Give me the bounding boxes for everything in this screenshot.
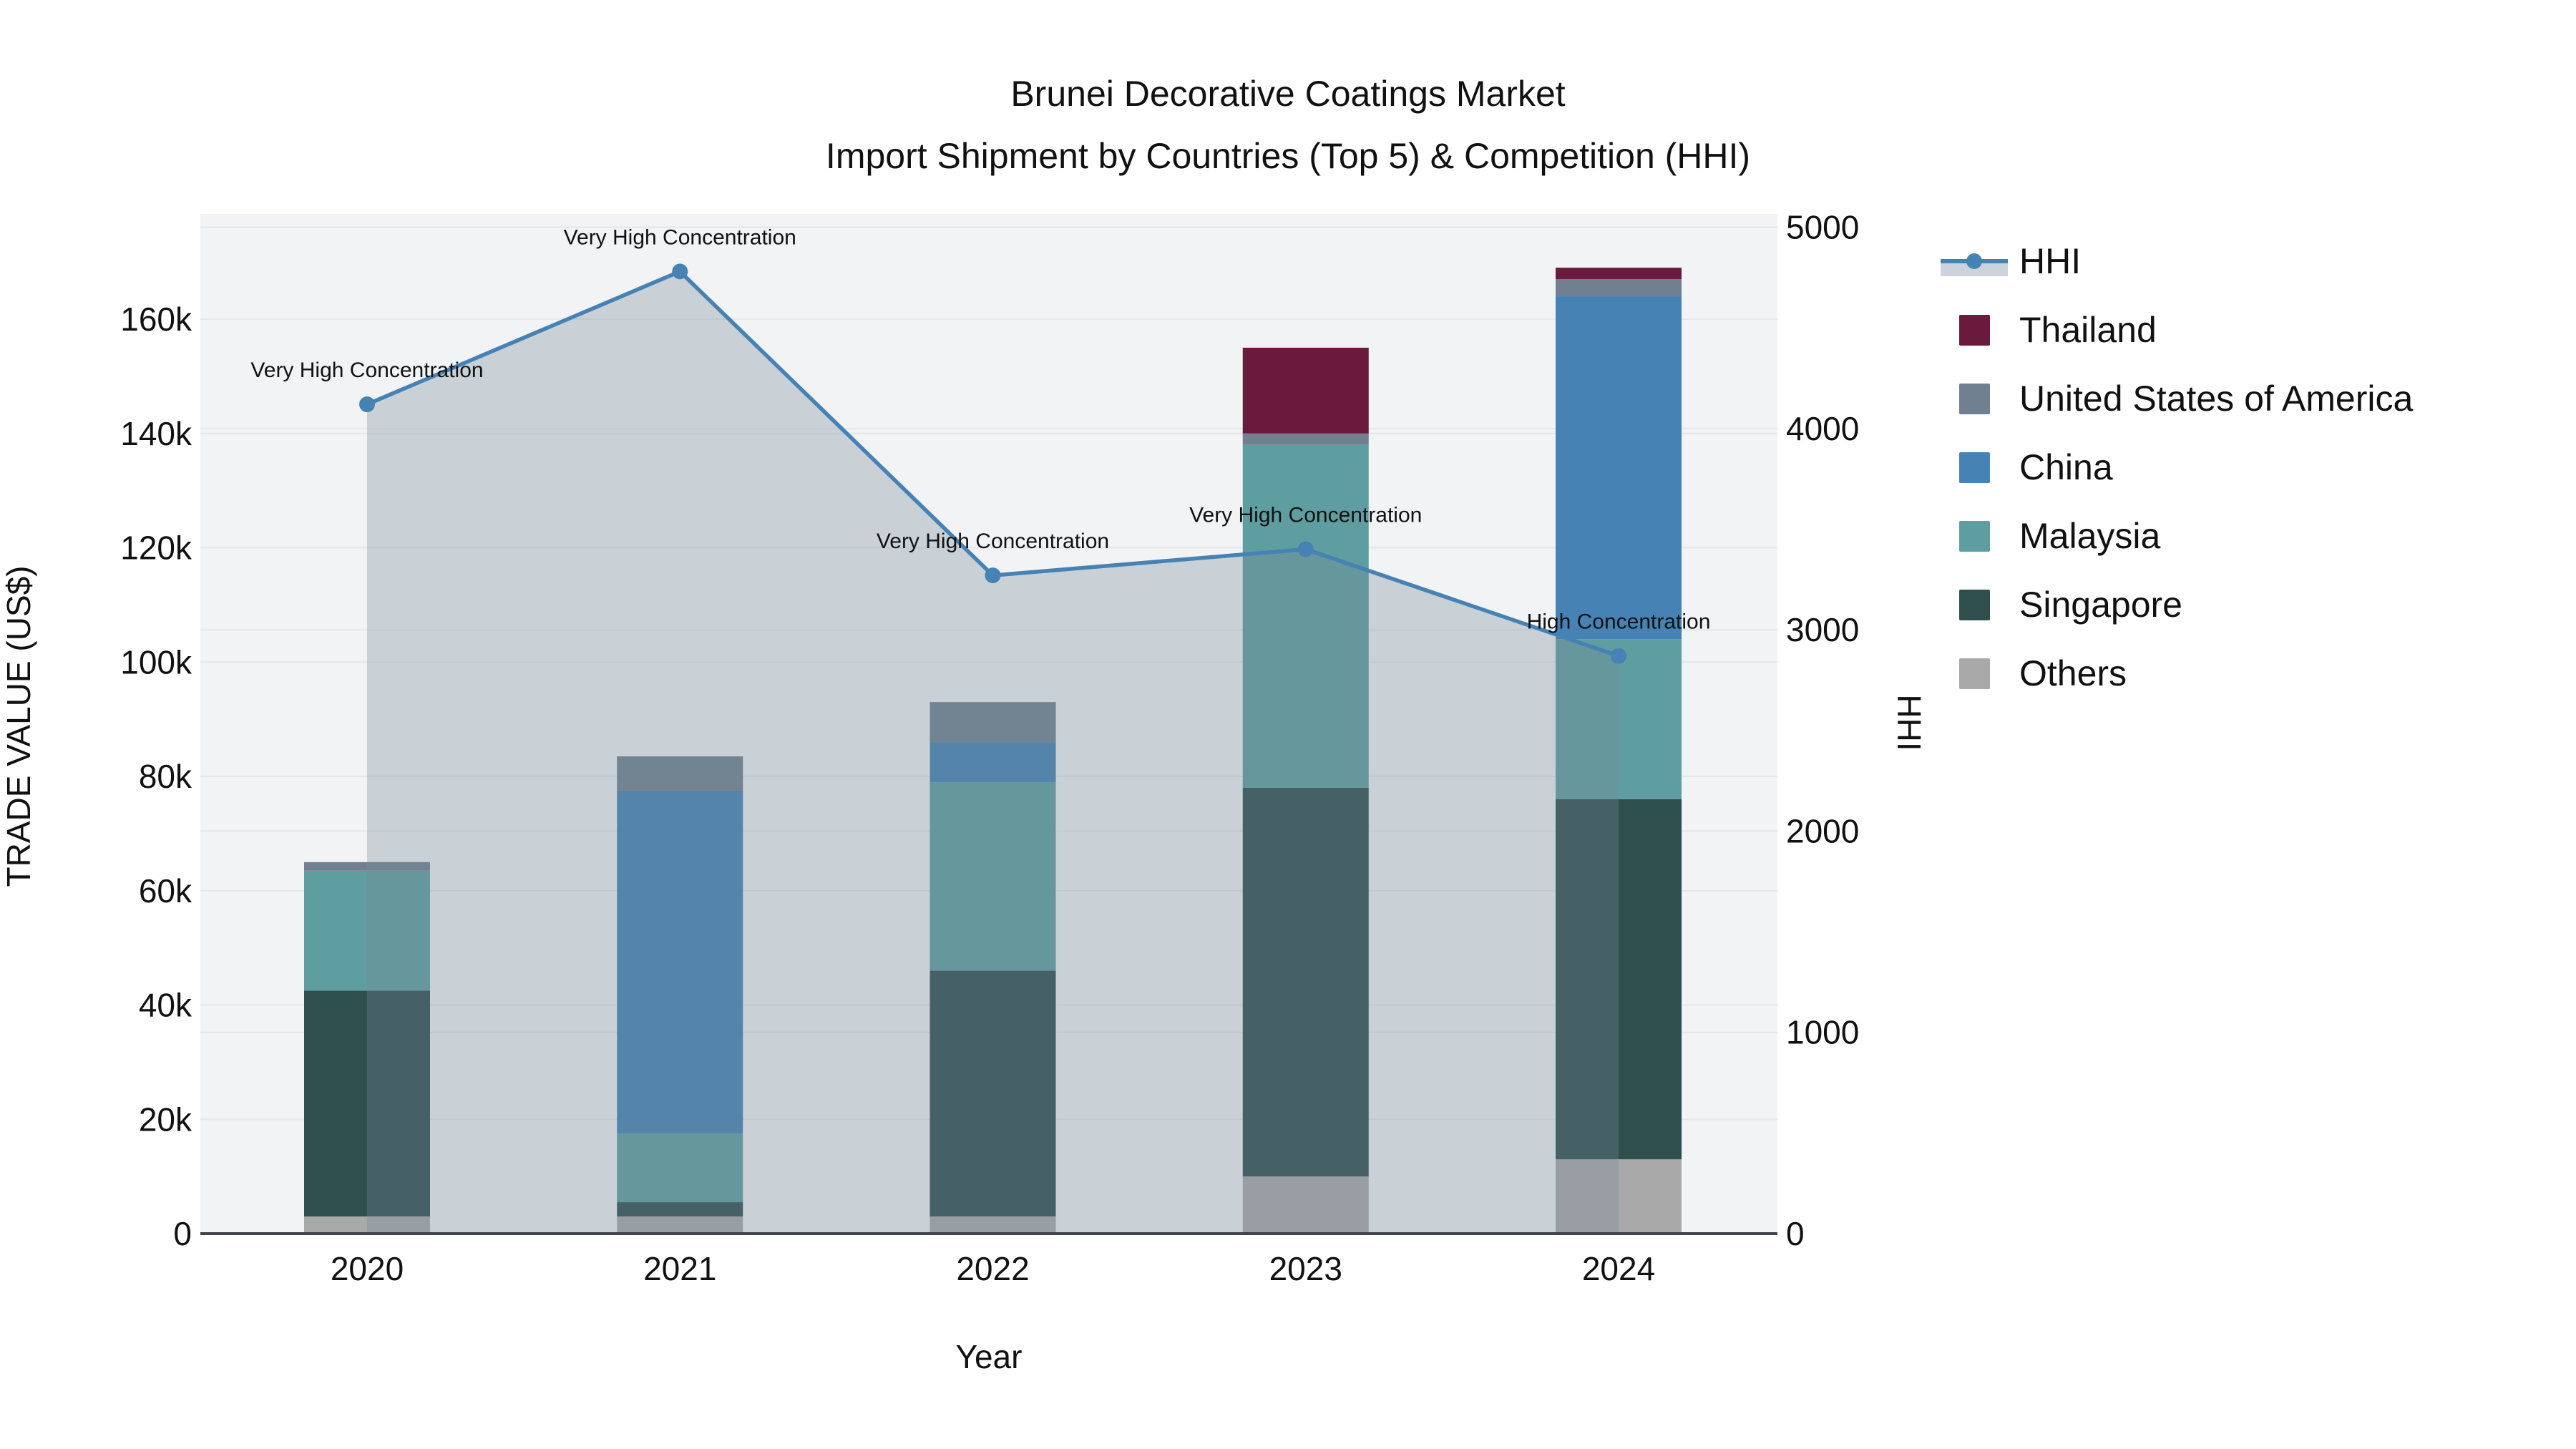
x-tick-label-2023: 2023: [1269, 1250, 1342, 1287]
legend-swatch-thailand: [1959, 315, 1990, 346]
y-left-tick-label: 0: [173, 1215, 192, 1252]
bar-segment-united-states-of-america-2024[interactable]: [1556, 279, 1682, 297]
legend-swatch-united-states-of-america: [1959, 384, 1990, 414]
bar-segment-thailand-2024[interactable]: [1556, 268, 1682, 280]
y-left-tick-label: 80k: [139, 758, 192, 795]
legend-item-malaysia[interactable]: Malaysia: [1959, 516, 2160, 556]
hhi-marker-2023[interactable]: [1297, 541, 1314, 557]
legend-label: Others: [2019, 653, 2127, 693]
x-axis-title: Year: [956, 1338, 1023, 1375]
y-right-tick-label: 0: [1786, 1215, 1805, 1252]
y-right-tick-label: 1000: [1786, 1014, 1859, 1051]
y-left-tick-label: 40k: [139, 987, 192, 1024]
legend-label: United States of America: [2019, 379, 2413, 419]
legend-swatch-singapore: [1959, 590, 1990, 620]
legend-swatch-china: [1959, 452, 1990, 483]
legend-item-others[interactable]: Others: [1959, 653, 2127, 693]
bar-segment-united-states-of-america-2023[interactable]: [1242, 433, 1369, 445]
x-tick-label-2021: 2021: [643, 1250, 716, 1287]
y-left-tick-label: 100k: [120, 643, 192, 680]
chart-title-line-2: Import Shipment by Countries (Top 5) & C…: [826, 136, 1750, 176]
hhi-marker-2022[interactable]: [985, 567, 1001, 584]
y-left-tick-label: 20k: [139, 1101, 192, 1138]
y-left-axis-title: TRADE VALUE (US$): [0, 565, 37, 887]
hhi-marker-2021[interactable]: [672, 263, 688, 280]
hhi-annotation-2021: Very High Concentration: [564, 225, 796, 249]
y-right-axis-title: HHI: [1890, 694, 1928, 751]
hhi-annotation-2023: Very High Concentration: [1189, 504, 1422, 527]
hhi-annotation-2020: Very High Concentration: [250, 358, 483, 382]
figure-container: 0 20k 40k 60k 80k 100k 120k 140k 160k 0 1000 2000 30…: [0, 0, 2576, 1449]
legend-label: Singapore: [2019, 585, 2182, 625]
hhi-annotation-2024: High Concentration: [1527, 610, 1711, 634]
legend-swatch-others: [1959, 658, 1990, 689]
hhi-legend-marker-swatch: [1966, 253, 1982, 269]
legend-label: Thailand: [2019, 310, 2157, 350]
y-left-tick-label: 140k: [120, 415, 192, 452]
chart-canvas: 0 20k 40k 60k 80k 100k 120k 140k 160k 0 1000 2000 30…: [0, 0, 2576, 1449]
legend-item-hhi[interactable]: HHI: [1941, 241, 2081, 281]
legend-label: Malaysia: [2019, 516, 2160, 556]
legend-item-united-states-of-america[interactable]: United States of America: [1959, 379, 2413, 419]
legend: HHI Thailand United States of America China…: [1941, 241, 2413, 693]
y-right-tick-label: 4000: [1786, 410, 1859, 447]
x-tick-label-2020: 2020: [331, 1250, 404, 1287]
legend-swatch-malaysia: [1959, 521, 1990, 552]
y-left-tick-label: 160k: [120, 301, 192, 338]
y-left-tick-label: 120k: [120, 530, 192, 567]
y-left-tick-label: 60k: [139, 872, 192, 909]
legend-item-thailand[interactable]: Thailand: [1959, 310, 2157, 350]
y-right-tick-label: 2000: [1786, 812, 1859, 849]
legend-item-singapore[interactable]: Singapore: [1959, 585, 2182, 625]
bar-segment-china-2024[interactable]: [1556, 296, 1682, 640]
legend-label: China: [2019, 447, 2113, 487]
hhi-marker-2024[interactable]: [1611, 648, 1626, 664]
y-right-tick-label: 5000: [1786, 209, 1859, 246]
chart-title-line-1: Brunei Decorative Coatings Market: [1010, 74, 1565, 114]
hhi-annotation-2022: Very High Concentration: [877, 530, 1109, 553]
bar-segment-thailand-2023[interactable]: [1242, 347, 1369, 434]
hhi-marker-2020[interactable]: [359, 396, 375, 413]
legend-item-china[interactable]: China: [1959, 447, 2113, 487]
legend-label: HHI: [2019, 241, 2081, 281]
y-right-tick-label: 3000: [1786, 611, 1859, 648]
x-tick-label-2022: 2022: [956, 1250, 1029, 1287]
x-tick-label-2024: 2024: [1582, 1250, 1655, 1287]
